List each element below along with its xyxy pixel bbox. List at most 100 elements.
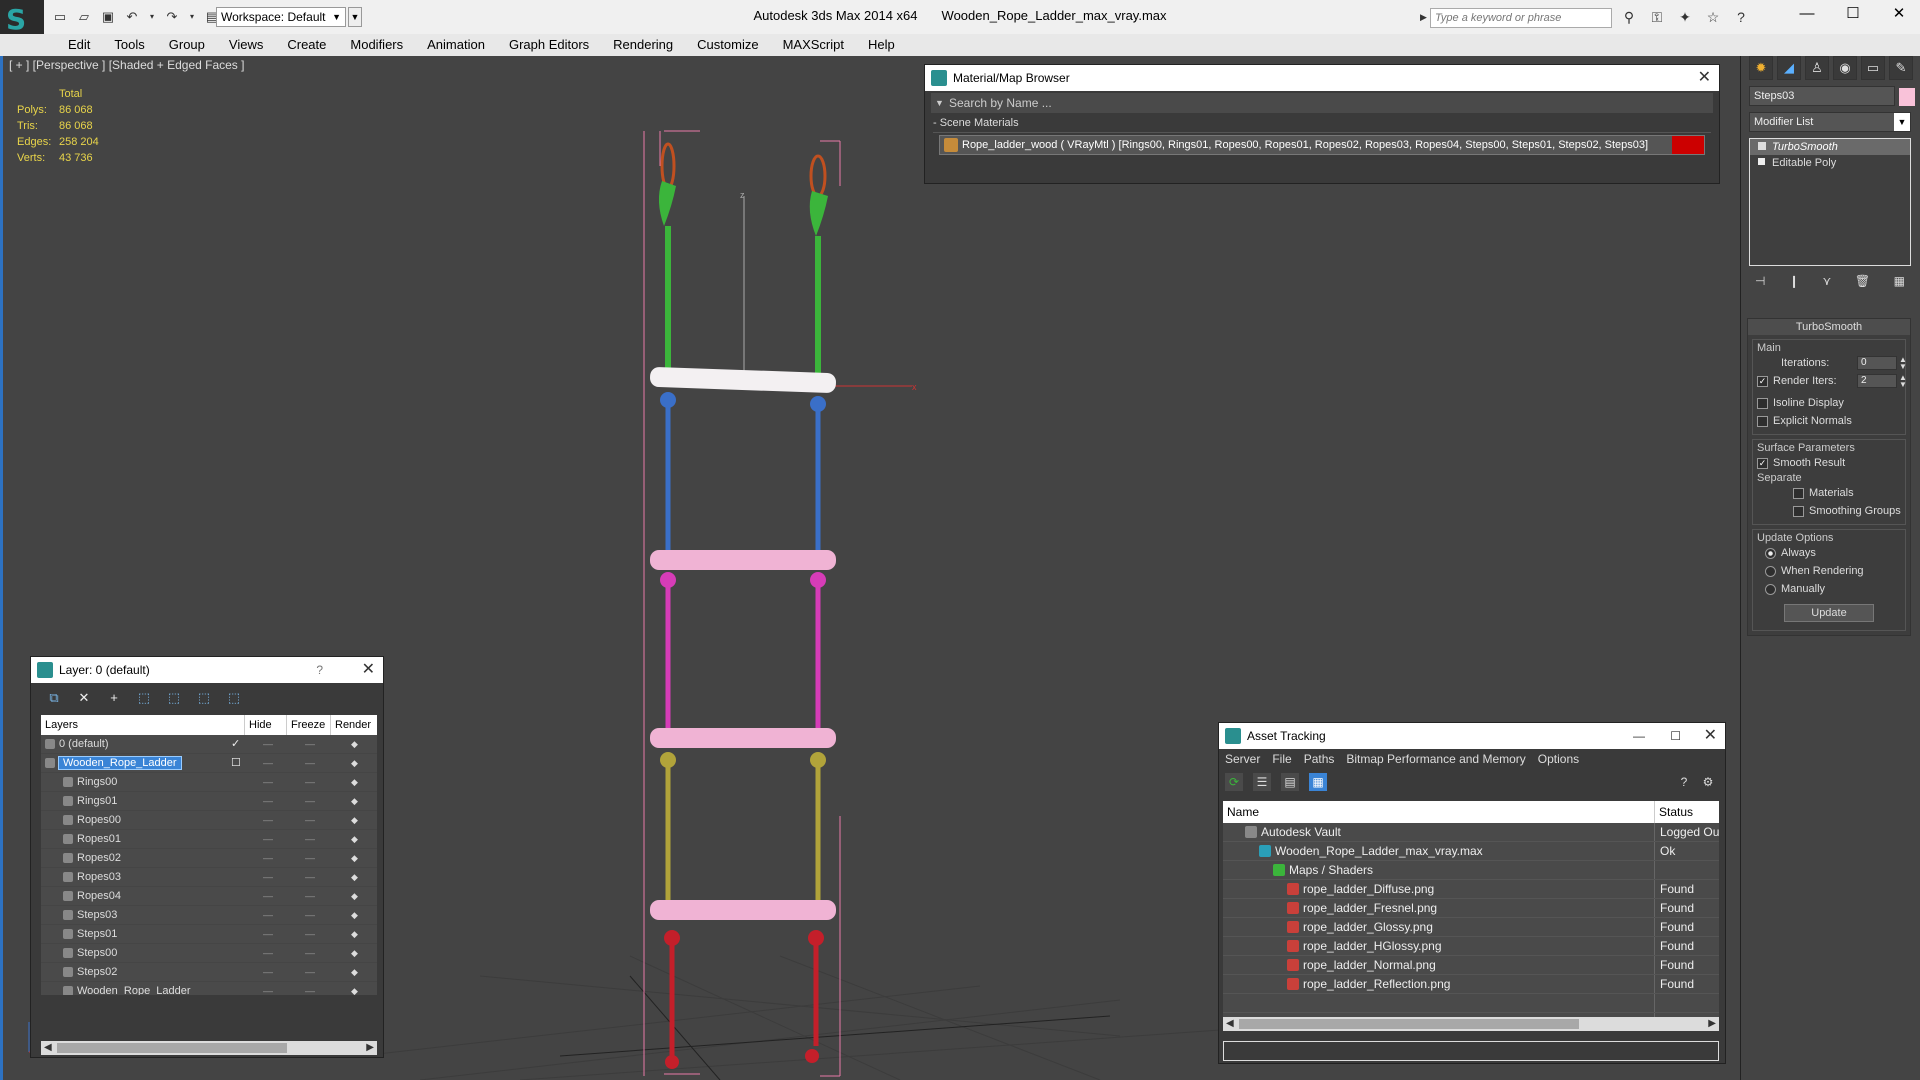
hide-toggle[interactable]: –– <box>263 811 273 830</box>
render-teapot-icon[interactable]: ◆ <box>351 887 358 906</box>
hide-toggle[interactable]: –– <box>263 735 273 754</box>
render-teapot-icon[interactable]: ◆ <box>351 963 358 982</box>
render-iters-spinner[interactable]: 2 <box>1857 374 1897 388</box>
freeze-toggle[interactable]: –– <box>305 830 315 849</box>
modifier-list-dropdown[interactable]: Modifier List ▼ <box>1749 112 1911 132</box>
freeze-toggle[interactable]: –– <box>305 792 315 811</box>
new-file-icon[interactable]: ▭ <box>52 9 68 25</box>
menu-customize[interactable]: Customize <box>685 34 770 56</box>
menu-edit[interactable]: Edit <box>56 34 102 56</box>
asset-row[interactable]: rope_ladder_HGlossy.png Found <box>1223 937 1719 956</box>
select-objects-icon[interactable]: ⬚ <box>135 689 153 707</box>
object-name-field[interactable]: Steps03 <box>1749 86 1895 106</box>
menu-tools[interactable]: Tools <box>102 34 156 56</box>
workspace-dropdown[interactable]: Workspace: Default ▼ <box>216 7 346 27</box>
hide-all-icon[interactable]: ⬚ <box>195 689 213 707</box>
hide-toggle[interactable]: –– <box>263 868 273 887</box>
scene-materials-section[interactable]: - Scene Materials <box>933 117 1711 133</box>
freeze-toggle[interactable]: –– <box>305 906 315 925</box>
scroll-right-icon[interactable]: ▶ <box>366 1041 374 1055</box>
add-to-layer-icon[interactable]: + <box>105 689 123 707</box>
asset-row[interactable]: rope_ladder_Glossy.png Found <box>1223 918 1719 937</box>
manually-radio[interactable] <box>1765 583 1776 595</box>
subscription-icon[interactable]: ⚿ <box>1648 8 1666 26</box>
redo-dropdown-icon[interactable]: ▾ <box>188 9 196 25</box>
stack-item-turbosmooth[interactable]: TurboSmooth <box>1750 139 1910 155</box>
freeze-all-icon[interactable]: ⬚ <box>225 689 243 707</box>
menu-views[interactable]: Views <box>217 34 275 56</box>
asset-row[interactable]: rope_ladder_Fresnel.png Found <box>1223 899 1719 918</box>
freeze-toggle[interactable]: –– <box>305 887 315 906</box>
asset-row[interactable]: Wooden_Rope_Ladder_max_vray.max Ok <box>1223 842 1719 861</box>
make-unique-icon[interactable]: ⋎ <box>1823 274 1832 288</box>
freeze-toggle[interactable]: –– <box>305 811 315 830</box>
hide-toggle[interactable]: –– <box>263 792 273 811</box>
update-button[interactable]: Update <box>1784 604 1874 622</box>
hide-toggle[interactable]: –– <box>263 830 273 849</box>
render-teapot-icon[interactable]: ◆ <box>351 944 358 963</box>
bulb-icon[interactable] <box>1758 142 1766 150</box>
render-teapot-icon[interactable]: ◆ <box>351 925 358 944</box>
binoculars-icon[interactable]: ⚲ <box>1620 8 1638 26</box>
render-teapot-icon[interactable]: ◆ <box>351 906 358 925</box>
menu-file[interactable]: File <box>1272 749 1291 769</box>
menu-help[interactable]: Help <box>856 34 907 56</box>
layer-hscrollbar[interactable]: ◀ ▶ <box>41 1041 377 1055</box>
utilities-tab-icon[interactable]: ✎ <box>1889 56 1913 80</box>
hide-toggle[interactable]: –– <box>263 906 273 925</box>
freeze-toggle[interactable]: –– <box>305 849 315 868</box>
open-file-icon[interactable]: ▱ <box>76 9 92 25</box>
table-view-icon[interactable]: ▦ <box>1309 773 1327 791</box>
layer-row[interactable]: Steps00 –– –– ◆ <box>41 944 377 963</box>
scroll-thumb[interactable] <box>57 1043 287 1053</box>
scroll-left-icon[interactable]: ◀ <box>1226 1017 1234 1031</box>
layer-row[interactable]: Steps03 –– –– ◆ <box>41 906 377 925</box>
show-end-result-icon[interactable]: ❙ <box>1789 274 1799 288</box>
freeze-toggle[interactable]: –– <box>305 773 315 792</box>
smooth-result-checkbox[interactable]: ✓ <box>1757 457 1768 469</box>
render-teapot-icon[interactable]: ◆ <box>351 735 358 754</box>
hide-toggle[interactable]: –– <box>263 982 273 995</box>
isoline-checkbox[interactable] <box>1757 397 1768 409</box>
save-file-icon[interactable]: ▣ <box>100 9 116 25</box>
undo-icon[interactable]: ↶ <box>124 9 140 25</box>
layer-row[interactable]: Wooden_Rope_Ladder –– –– ◆ <box>41 982 377 995</box>
remove-modifier-icon[interactable]: 🗑 <box>1855 274 1870 288</box>
hide-toggle[interactable]: –– <box>263 773 273 792</box>
freeze-toggle[interactable]: –– <box>305 754 315 773</box>
render-teapot-icon[interactable]: ◆ <box>351 792 358 811</box>
layer-row[interactable]: Steps02 –– –– ◆ <box>41 963 377 982</box>
modify-tab-icon[interactable]: ◢ <box>1777 56 1801 80</box>
menu-rendering[interactable]: Rendering <box>601 34 685 56</box>
render-teapot-icon[interactable]: ◆ <box>351 982 358 995</box>
minimize-button[interactable]: — <box>1784 0 1830 30</box>
thumbnail-view-icon[interactable]: ▤ <box>1281 773 1299 791</box>
layer-row[interactable]: 0 (default) ✓ –– –– ◆ <box>41 735 377 754</box>
hide-toggle[interactable]: –– <box>263 944 273 963</box>
always-radio[interactable] <box>1765 547 1776 559</box>
freeze-toggle[interactable]: –– <box>305 963 315 982</box>
material-item[interactable]: Rope_ladder_wood ( VRayMtl ) [Rings00, R… <box>939 135 1705 155</box>
create-tab-icon[interactable]: ✹ <box>1749 56 1773 80</box>
layer-row[interactable]: Ropes01 –– –– ◆ <box>41 830 377 849</box>
menu-group[interactable]: Group <box>157 34 217 56</box>
col-hide[interactable]: Hide <box>245 715 287 735</box>
freeze-toggle[interactable]: –– <box>305 982 315 995</box>
freeze-toggle[interactable]: –– <box>305 944 315 963</box>
layer-row[interactable]: Steps01 –– –– ◆ <box>41 925 377 944</box>
layer-row[interactable]: Wooden_Rope_Ladder ☐ –– –– ◆ <box>41 754 377 773</box>
pin-stack-icon[interactable]: ⊣ <box>1755 274 1765 288</box>
freeze-toggle[interactable]: –– <box>305 925 315 944</box>
close-icon[interactable]: ✕ <box>1698 65 1711 91</box>
undo-dropdown-icon[interactable]: ▾ <box>148 9 156 25</box>
scroll-left-icon[interactable]: ◀ <box>44 1041 52 1055</box>
material-browser-titlebar[interactable]: Material/Map Browser ✕ <box>925 65 1719 91</box>
hierarchy-tab-icon[interactable]: ♙ <box>1805 56 1829 80</box>
close-icon[interactable]: ✕ <box>362 657 375 683</box>
close-icon[interactable]: ✕ <box>1704 723 1717 749</box>
layer-row[interactable]: Rings01 –– –– ◆ <box>41 792 377 811</box>
col-render[interactable]: Render <box>331 715 377 735</box>
asset-row[interactable]: rope_ladder_Diffuse.png Found <box>1223 880 1719 899</box>
menu-options[interactable]: Options <box>1538 749 1579 769</box>
asset-tracking-titlebar[interactable]: Asset Tracking — ☐ ✕ <box>1219 723 1725 749</box>
